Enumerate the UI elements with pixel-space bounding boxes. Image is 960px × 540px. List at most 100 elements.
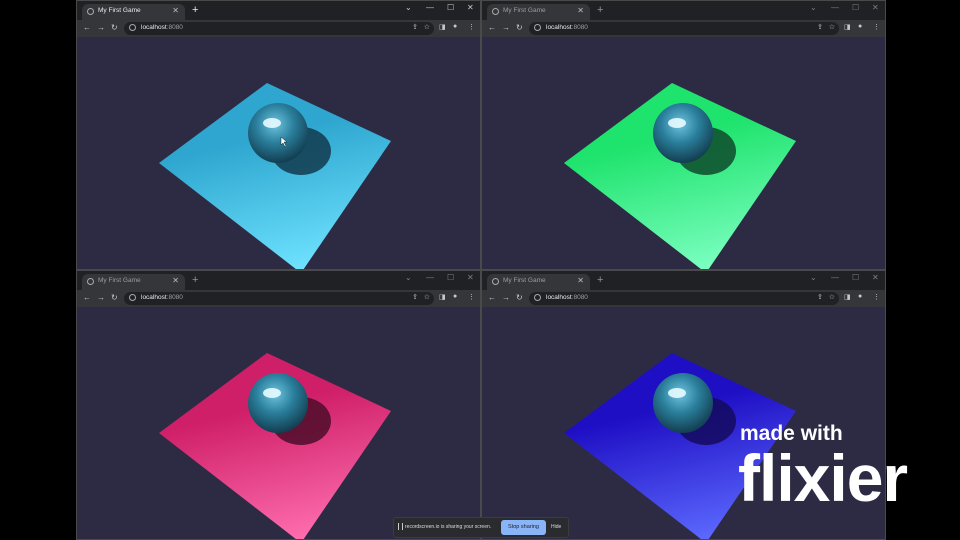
- new-tab-icon[interactable]: +: [192, 4, 198, 16]
- tab-title: My First Game: [98, 7, 141, 14]
- browser-window-bottom-left: My First Game ✕ + ⌄ — ☐ ✕ ← → ↻ localhos…: [76, 270, 481, 540]
- stop-sharing-button[interactable]: Stop sharing: [501, 520, 546, 535]
- reload-icon[interactable]: ↻: [516, 293, 523, 303]
- reload-icon[interactable]: ↻: [111, 23, 118, 33]
- info-icon[interactable]: [534, 24, 541, 31]
- info-icon[interactable]: [129, 294, 136, 301]
- profile-icon[interactable]: ●: [858, 23, 862, 30]
- ball: [653, 373, 713, 433]
- url-text: localhost:8080: [546, 294, 588, 301]
- tab-bar: My First Game ✕ + ⌄ — ☐ ✕: [77, 271, 480, 290]
- side-panel-icon[interactable]: ◨: [439, 23, 446, 31]
- minimize-icon[interactable]: —: [426, 3, 434, 12]
- kebab-menu-icon[interactable]: ⋮: [873, 23, 880, 31]
- tab-title: My First Game: [503, 277, 546, 284]
- url-text: localhost:8080: [546, 24, 588, 31]
- back-icon[interactable]: ←: [488, 23, 496, 33]
- back-icon[interactable]: ←: [83, 293, 91, 303]
- tab-bar: My First Game ✕ + ⌄ — ☐ ✕: [482, 271, 885, 290]
- profile-icon[interactable]: ●: [453, 23, 457, 30]
- forward-icon[interactable]: →: [502, 293, 510, 303]
- url-text: localhost:8080: [141, 24, 183, 31]
- maximize-icon[interactable]: ☐: [852, 3, 859, 12]
- close-window-icon[interactable]: ✕: [872, 273, 879, 282]
- browser-toolbar: ← → ↻ localhost:8080 ⇪ ☆ ◨ ● ⋮: [77, 290, 480, 307]
- back-icon[interactable]: ←: [488, 293, 496, 303]
- forward-icon[interactable]: →: [97, 293, 105, 303]
- tab-search-icon[interactable]: ⌄: [810, 3, 817, 12]
- back-icon[interactable]: ←: [83, 23, 91, 33]
- ball: [653, 103, 713, 163]
- kebab-menu-icon[interactable]: ⋮: [873, 293, 880, 301]
- star-icon[interactable]: ☆: [424, 23, 430, 31]
- ball: [248, 373, 308, 433]
- address-bar[interactable]: localhost:8080 ⇪ ☆: [124, 22, 434, 35]
- globe-icon: [492, 8, 499, 15]
- tab-search-icon[interactable]: ⌄: [810, 273, 817, 282]
- tab-search-icon[interactable]: ⌄: [405, 273, 412, 282]
- reload-icon[interactable]: ↻: [516, 23, 523, 33]
- ball-highlight: [263, 388, 281, 398]
- browser-tab[interactable]: My First Game ✕: [487, 274, 590, 290]
- minimize-icon[interactable]: —: [426, 273, 434, 282]
- kebab-menu-icon[interactable]: ⋮: [468, 293, 475, 301]
- close-tab-icon[interactable]: ✕: [577, 276, 584, 285]
- close-tab-icon[interactable]: ✕: [577, 6, 584, 15]
- info-icon[interactable]: [534, 294, 541, 301]
- browser-window-top-left: My First Game ✕ + ⌄ — ☐ ✕ ← → ↻ localhos…: [76, 0, 481, 270]
- star-icon[interactable]: ☆: [424, 293, 430, 301]
- game-canvas[interactable]: [77, 307, 481, 540]
- tab-bar: My First Game ✕ + ⌄ — ☐ ✕: [482, 1, 885, 20]
- browser-toolbar: ← → ↻ localhost:8080 ⇪ ☆ ◨ ● ⋮: [77, 20, 480, 37]
- browser-tab[interactable]: My First Game ✕: [487, 4, 590, 20]
- star-icon[interactable]: ☆: [829, 293, 835, 301]
- ball-highlight: [263, 118, 281, 128]
- new-tab-icon[interactable]: +: [192, 274, 198, 286]
- browser-tab[interactable]: My First Game ✕: [82, 274, 185, 290]
- globe-icon: [87, 278, 94, 285]
- reload-icon[interactable]: ↻: [111, 293, 118, 303]
- browser-toolbar: ← → ↻ localhost:8080 ⇪ ☆ ◨ ● ⋮: [482, 290, 885, 307]
- tab-title: My First Game: [503, 7, 546, 14]
- share-icon[interactable]: ⇪: [412, 23, 418, 31]
- forward-icon[interactable]: →: [97, 23, 105, 33]
- sharing-message: recordscreen.io is sharing your screen.: [405, 524, 492, 530]
- watermark-logo: flixier: [738, 441, 908, 515]
- share-icon[interactable]: ⇪: [817, 293, 823, 301]
- share-icon[interactable]: ⇪: [412, 293, 418, 301]
- new-tab-icon[interactable]: +: [597, 4, 603, 16]
- game-canvas[interactable]: [482, 37, 886, 270]
- profile-icon[interactable]: ●: [453, 293, 457, 300]
- star-icon[interactable]: ☆: [829, 23, 835, 31]
- browser-tab[interactable]: My First Game ✕: [82, 4, 185, 20]
- tab-search-icon[interactable]: ⌄: [405, 3, 412, 12]
- close-tab-icon[interactable]: ✕: [172, 6, 179, 15]
- maximize-icon[interactable]: ☐: [852, 273, 859, 282]
- address-bar[interactable]: localhost:8080 ⇪ ☆: [124, 292, 434, 305]
- close-window-icon[interactable]: ✕: [467, 273, 474, 282]
- minimize-icon[interactable]: —: [831, 3, 839, 12]
- forward-icon[interactable]: →: [502, 23, 510, 33]
- hide-button[interactable]: Hide: [551, 524, 561, 530]
- tab-title: My First Game: [98, 277, 141, 284]
- address-bar[interactable]: localhost:8080 ⇪ ☆: [529, 292, 839, 305]
- profile-icon[interactable]: ●: [858, 293, 862, 300]
- game-canvas[interactable]: [77, 37, 481, 270]
- close-window-icon[interactable]: ✕: [467, 3, 474, 12]
- close-tab-icon[interactable]: ✕: [172, 276, 179, 285]
- side-panel-icon[interactable]: ◨: [439, 293, 446, 301]
- maximize-icon[interactable]: ☐: [447, 273, 454, 282]
- globe-icon: [492, 278, 499, 285]
- url-text: localhost:8080: [141, 294, 183, 301]
- kebab-menu-icon[interactable]: ⋮: [468, 23, 475, 31]
- address-bar[interactable]: localhost:8080 ⇪ ☆: [529, 22, 839, 35]
- minimize-icon[interactable]: —: [831, 273, 839, 282]
- maximize-icon[interactable]: ☐: [447, 3, 454, 12]
- share-icon[interactable]: ⇪: [817, 23, 823, 31]
- new-tab-icon[interactable]: +: [597, 274, 603, 286]
- side-panel-icon[interactable]: ◨: [844, 23, 851, 31]
- info-icon[interactable]: [129, 24, 136, 31]
- close-window-icon[interactable]: ✕: [872, 3, 879, 12]
- side-panel-icon[interactable]: ◨: [844, 293, 851, 301]
- ball: [248, 103, 308, 163]
